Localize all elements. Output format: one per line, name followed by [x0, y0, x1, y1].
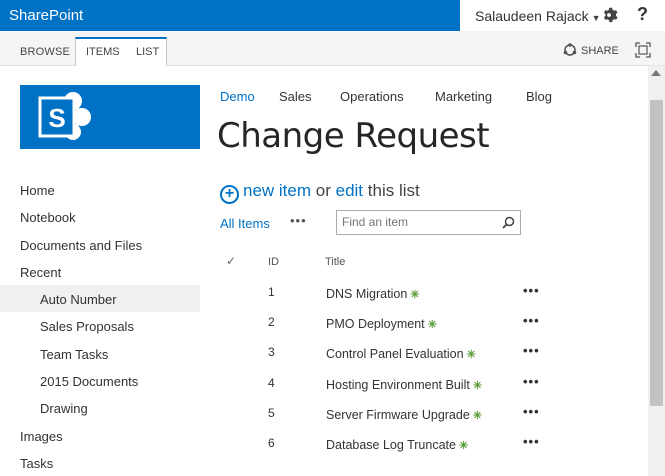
- select-all-checkbox[interactable]: ✓: [226, 254, 236, 268]
- svg-text:S: S: [48, 103, 65, 133]
- new-item-link[interactable]: new item: [243, 181, 311, 200]
- view-all-items[interactable]: All Items: [220, 216, 270, 231]
- tab-list[interactable]: LIST: [136, 39, 159, 65]
- page-title: Change Request: [217, 116, 490, 156]
- row-id: 1: [268, 285, 275, 299]
- new-item-icon: ✳: [427, 319, 437, 331]
- row-menu-ellipsis[interactable]: •••: [523, 343, 540, 358]
- site-logo[interactable]: S: [20, 85, 200, 149]
- search-icon[interactable]: [502, 216, 515, 229]
- quicklaunch-auto-number[interactable]: Auto Number: [40, 292, 117, 307]
- sharepoint-logo-icon: S: [38, 92, 91, 140]
- topnav-demo[interactable]: Demo: [220, 89, 255, 104]
- row-title-text: PMO Deployment: [326, 317, 425, 331]
- share-label: SHARE: [581, 45, 619, 57]
- row-id: 5: [268, 406, 275, 420]
- quicklaunch-documents[interactable]: Documents and Files: [20, 238, 142, 253]
- edit-link[interactable]: edit: [336, 181, 363, 200]
- ribbon-bar: BROWSE ITEMS LIST SHARE: [0, 31, 665, 66]
- new-item-icon: ✳: [410, 289, 420, 301]
- app-brand[interactable]: SharePoint: [0, 0, 460, 31]
- topnav-marketing[interactable]: Marketing: [435, 89, 492, 104]
- focus-on-content-icon[interactable]: [635, 42, 651, 58]
- column-header-title[interactable]: Title: [325, 256, 345, 268]
- row-menu-ellipsis[interactable]: •••: [523, 313, 540, 328]
- table-row[interactable]: 6 Database Log Truncate ✳ •••: [220, 434, 620, 466]
- tab-items[interactable]: ITEMS: [86, 39, 120, 65]
- topnav-blog[interactable]: Blog: [526, 89, 552, 104]
- user-menu[interactable]: Salaudeen Rajack ▼: [475, 0, 601, 31]
- table-row[interactable]: 4 Hosting Environment Built ✳ •••: [220, 374, 620, 406]
- row-title-text: Control Panel Evaluation: [326, 347, 464, 361]
- table-row[interactable]: 5 Server Firmware Upgrade ✳ •••: [220, 404, 620, 436]
- tab-browse[interactable]: BROWSE: [20, 31, 70, 66]
- topnav-operations[interactable]: Operations: [340, 89, 404, 104]
- quicklaunch-tasks[interactable]: Tasks: [20, 456, 53, 471]
- row-title-text: DNS Migration: [326, 287, 408, 301]
- quicklaunch-drawing[interactable]: Drawing: [40, 401, 88, 416]
- table-row[interactable]: 2 PMO Deployment ✳ •••: [220, 313, 620, 345]
- table-row[interactable]: 3 Control Panel Evaluation ✳ •••: [220, 343, 620, 375]
- scrollbar-thumb[interactable]: [650, 100, 663, 406]
- quicklaunch-images[interactable]: Images: [20, 429, 63, 444]
- row-title-link[interactable]: Database Log Truncate ✳: [326, 438, 468, 452]
- quicklaunch-recent[interactable]: Recent: [20, 265, 61, 280]
- share-button[interactable]: SHARE: [563, 43, 619, 57]
- view-more-ellipsis[interactable]: •••: [290, 213, 307, 228]
- new-item-icon: ✳: [466, 349, 476, 361]
- scroll-up-arrow-icon[interactable]: [651, 70, 661, 76]
- row-title-link[interactable]: DNS Migration ✳: [326, 287, 420, 301]
- new-item-bar: + new item or edit this list: [220, 180, 420, 204]
- row-id: 4: [268, 376, 275, 390]
- quicklaunch-notebook[interactable]: Notebook: [20, 210, 76, 225]
- help-icon[interactable]: ?: [637, 4, 648, 25]
- row-title-link[interactable]: Server Firmware Upgrade ✳: [326, 408, 482, 422]
- gear-icon[interactable]: [600, 6, 618, 24]
- this-list-text: this list: [367, 181, 420, 200]
- or-text: or: [315, 181, 331, 200]
- row-id: 6: [268, 436, 275, 450]
- row-id: 2: [268, 315, 275, 329]
- new-item-icon: ✳: [472, 380, 483, 392]
- row-title-link[interactable]: Control Panel Evaluation ✳: [326, 347, 476, 361]
- suite-bar: SharePoint Salaudeen Rajack ▼ ?: [0, 0, 665, 31]
- row-menu-ellipsis[interactable]: •••: [523, 374, 540, 389]
- column-header-id[interactable]: ID: [268, 256, 279, 268]
- share-icon: [563, 43, 577, 56]
- row-menu-ellipsis[interactable]: •••: [523, 283, 540, 298]
- quicklaunch-team-tasks[interactable]: Team Tasks: [40, 347, 108, 362]
- row-title-link[interactable]: Hosting Environment Built ✳: [326, 378, 482, 392]
- row-title-text: Database Log Truncate: [326, 438, 456, 452]
- quicklaunch-2015-documents[interactable]: 2015 Documents: [40, 374, 138, 389]
- new-item-icon: ✳: [472, 410, 483, 422]
- search-box: [336, 210, 521, 235]
- row-menu-ellipsis[interactable]: •••: [523, 434, 540, 449]
- table-row[interactable]: 1 DNS Migration ✳ •••: [220, 283, 620, 315]
- row-title-link[interactable]: PMO Deployment ✳: [326, 317, 437, 331]
- user-name: Salaudeen Rajack: [475, 8, 589, 24]
- new-item-icon: ✳: [458, 440, 469, 452]
- topnav-sales[interactable]: Sales: [279, 89, 312, 104]
- quicklaunch-home[interactable]: Home: [20, 183, 55, 198]
- search-input[interactable]: [342, 211, 497, 233]
- row-menu-ellipsis[interactable]: •••: [523, 404, 540, 419]
- row-id: 3: [268, 345, 275, 359]
- quicklaunch-sales-proposals[interactable]: Sales Proposals: [40, 319, 134, 334]
- list-tools-group: ITEMS LIST: [75, 37, 167, 66]
- row-title-text: Hosting Environment Built: [326, 378, 470, 392]
- row-title-text: Server Firmware Upgrade: [326, 408, 470, 422]
- add-icon[interactable]: +: [220, 185, 239, 204]
